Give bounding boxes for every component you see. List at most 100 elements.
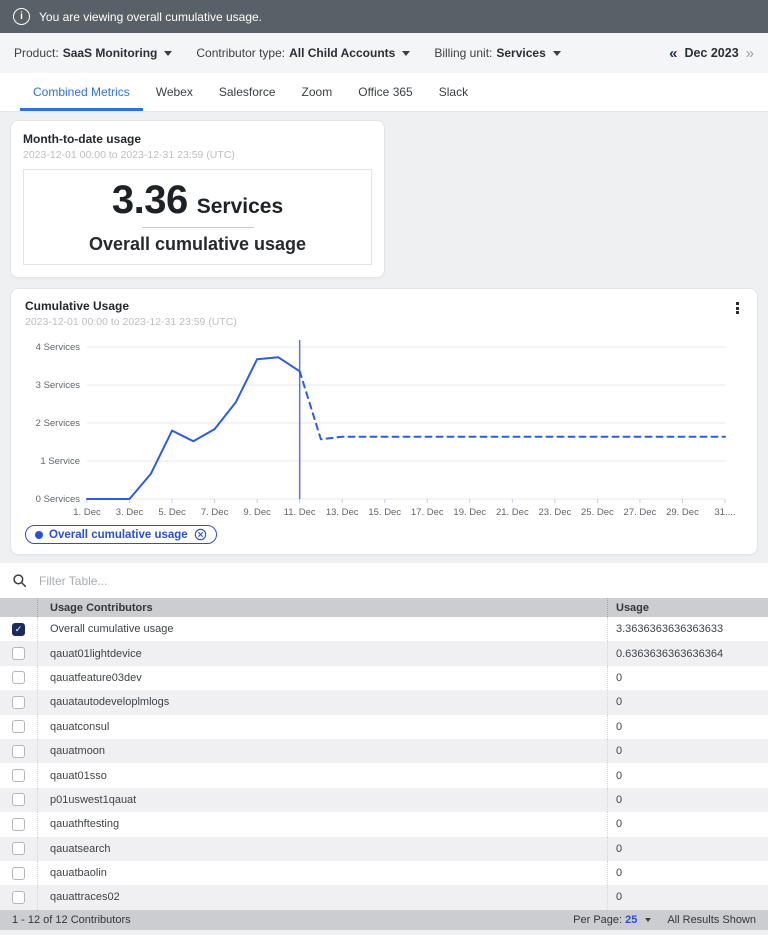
row-checkbox[interactable]	[12, 793, 25, 806]
row-checkbox-cell: ✓	[0, 617, 38, 641]
cumulative-usage-card: Cumulative Usage 2023-12-01 00:00 to 202…	[10, 288, 758, 555]
results-status: All Results Shown	[667, 914, 756, 926]
chart-card-subtitle: 2023-12-01 00:00 to 2023-12-31 23:59 (UT…	[25, 316, 237, 329]
table-row: qauat01lightdevice0.6363636363636364	[0, 641, 768, 665]
tab-slack[interactable]: Slack	[426, 73, 481, 111]
per-page-label: Per Page:	[573, 914, 622, 926]
tab-office-365[interactable]: Office 365	[345, 73, 425, 111]
product-filter-dropdown[interactable]: Product: SaaS Monitoring	[14, 46, 172, 60]
contributor-type-filter-value: All Child Accounts	[289, 46, 395, 60]
row-checkbox[interactable]	[12, 647, 25, 660]
table-row: qauatmoon0	[0, 739, 768, 763]
row-checkbox[interactable]	[12, 720, 25, 733]
contributor-name-cell: Overall cumulative usage	[38, 617, 608, 641]
row-checkbox[interactable]: ✓	[12, 623, 25, 636]
kebab-menu-icon[interactable]	[732, 299, 743, 317]
row-checkbox-cell	[0, 641, 38, 665]
tab-combined-metrics[interactable]: Combined Metrics	[20, 73, 143, 111]
usage-value-cell: 0	[608, 763, 768, 787]
row-checkbox[interactable]	[12, 745, 25, 758]
filter-bar: Product: SaaS Monitoring Contributor typ…	[0, 33, 768, 73]
per-page-value: 25	[625, 914, 637, 926]
contributor-name-cell: qauatfeature03dev	[38, 666, 608, 690]
contributor-name-cell: qauattraces02	[38, 885, 608, 909]
tab-webex[interactable]: Webex	[143, 73, 206, 111]
usage-value-cell: 0	[608, 812, 768, 836]
billing-unit-filter-value: Services	[496, 46, 545, 60]
usage-value-cell: 0	[608, 739, 768, 763]
main-content: Month-to-date usage 2023-12-01 00:00 to …	[0, 112, 768, 930]
svg-text:15. Dec: 15. Dec	[368, 507, 401, 518]
month-to-date-card: Month-to-date usage 2023-12-01 00:00 to …	[10, 120, 385, 278]
row-checkbox-cell	[0, 763, 38, 787]
contributor-name-cell: qauatbaolin	[38, 861, 608, 885]
banner-text: You are viewing overall cumulative usage…	[39, 10, 262, 24]
next-month-button[interactable]: »	[746, 46, 754, 61]
row-checkbox-cell	[0, 812, 38, 836]
svg-text:5. Dec: 5. Dec	[158, 507, 186, 518]
contributor-type-filter-label: Contributor type:	[196, 46, 285, 60]
pagination-range: 1 - 12 of 12 Contributors	[12, 914, 131, 926]
usage-value-cell: 3.3636363636363633	[608, 617, 768, 641]
usage-value-cell: 0	[608, 837, 768, 861]
product-filter-label: Product:	[14, 46, 59, 60]
chevron-down-icon	[645, 918, 651, 922]
month-to-date-card-title: Month-to-date usage	[23, 132, 372, 146]
table-filter-row	[0, 563, 768, 598]
legend-chip-overall-cumulative-usage[interactable]: Overall cumulative usage	[25, 525, 217, 544]
svg-text:2 Services: 2 Services	[36, 418, 81, 429]
svg-text:9. Dec: 9. Dec	[243, 507, 271, 518]
column-header-usage[interactable]: Usage	[608, 598, 768, 617]
billing-unit-filter-dropdown[interactable]: Billing unit: Services	[434, 46, 560, 60]
stat-line: 3.36 Services	[112, 180, 283, 220]
tab-bar: Combined MetricsWebexSalesforceZoomOffic…	[0, 73, 768, 112]
row-checkbox[interactable]	[12, 867, 25, 880]
row-checkbox[interactable]	[12, 818, 25, 831]
row-checkbox-cell	[0, 666, 38, 690]
stat-box: 3.36 Services Overall cumulative usage	[23, 169, 372, 265]
row-checkbox[interactable]	[12, 671, 25, 684]
remove-series-icon[interactable]	[194, 528, 207, 541]
row-checkbox[interactable]	[12, 891, 25, 904]
month-to-date-card-subtitle: 2023-12-01 00:00 to 2023-12-31 23:59 (UT…	[23, 149, 372, 162]
column-header-usage-contributors[interactable]: Usage Contributors	[38, 598, 608, 617]
usage-value-cell: 0	[608, 715, 768, 739]
info-icon: i	[13, 8, 30, 25]
row-checkbox[interactable]	[12, 842, 25, 855]
table-footer: 1 - 12 of 12 Contributors Per Page: 25 A…	[0, 910, 768, 930]
row-checkbox-cell	[0, 837, 38, 861]
stat-unit: Services	[197, 195, 283, 219]
row-checkbox[interactable]	[12, 769, 25, 782]
legend-row: Overall cumulative usage	[25, 525, 743, 544]
select-column-header	[0, 598, 38, 617]
svg-text:11. Dec: 11. Dec	[284, 507, 316, 518]
row-checkbox-cell	[0, 739, 38, 763]
filter-table-input[interactable]	[37, 573, 756, 589]
svg-text:27. Dec: 27. Dec	[624, 507, 657, 518]
billing-unit-filter-label: Billing unit:	[434, 46, 492, 60]
stat-divider	[142, 227, 254, 228]
chart-card-title: Cumulative Usage	[25, 299, 237, 313]
contributor-type-filter-dropdown[interactable]: Contributor type: All Child Accounts	[196, 46, 410, 60]
tab-zoom[interactable]: Zoom	[289, 73, 346, 111]
row-checkbox-cell	[0, 885, 38, 909]
contributor-name-cell: qauatautodeveloplmlogs	[38, 690, 608, 714]
row-checkbox-cell	[0, 788, 38, 812]
contributor-name-cell: p01uswest1qauat	[38, 788, 608, 812]
previous-month-button[interactable]: «	[669, 46, 677, 61]
tab-salesforce[interactable]: Salesforce	[206, 73, 289, 111]
contributor-name-cell: qauat01lightdevice	[38, 641, 608, 665]
chevron-down-icon	[402, 51, 410, 56]
table-row: qauatconsul0	[0, 715, 768, 739]
svg-text:1 Service: 1 Service	[40, 456, 80, 467]
svg-text:19. Dec: 19. Dec	[453, 507, 486, 518]
per-page-selector[interactable]: Per Page: 25	[573, 914, 651, 926]
row-checkbox-cell	[0, 861, 38, 885]
legend-chip-label: Overall cumulative usage	[49, 529, 188, 541]
table-row: qauat01sso0	[0, 763, 768, 787]
row-checkbox[interactable]	[12, 696, 25, 709]
chart-card-header: Cumulative Usage 2023-12-01 00:00 to 202…	[25, 299, 743, 329]
usage-value-cell: 0	[608, 861, 768, 885]
info-banner: i You are viewing overall cumulative usa…	[0, 0, 768, 33]
svg-text:3 Services: 3 Services	[36, 380, 81, 391]
